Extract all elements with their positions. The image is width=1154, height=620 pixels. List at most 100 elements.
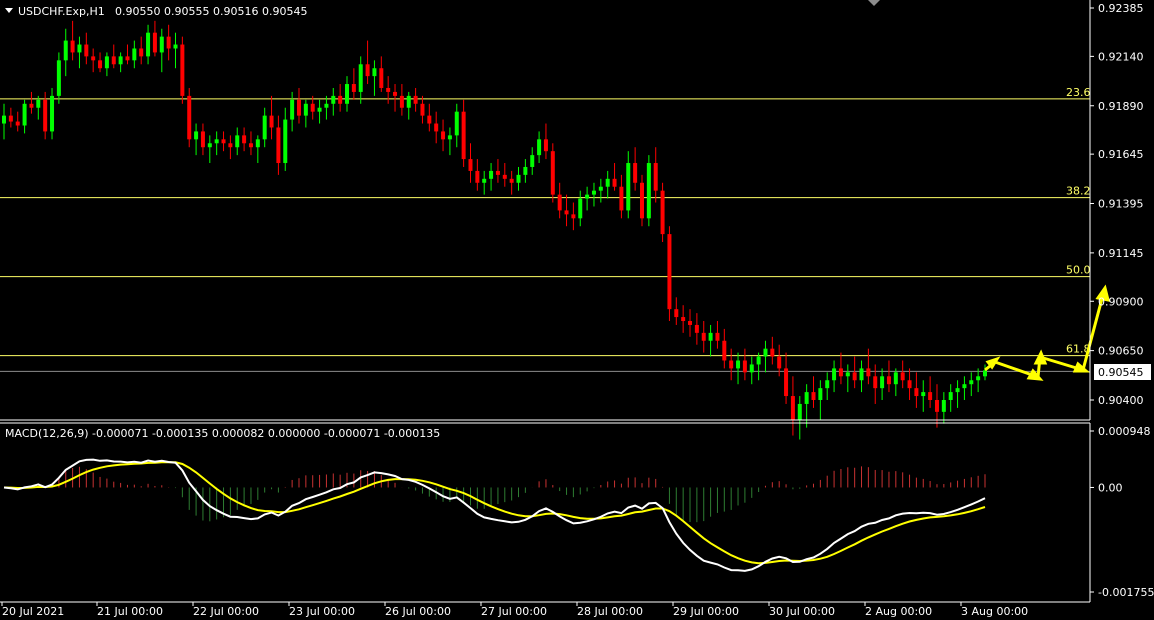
candle-body [290, 99, 295, 120]
candle-body [29, 103, 34, 108]
candle-body [646, 163, 651, 219]
candle-body [379, 68, 384, 88]
candle-body [111, 56, 116, 65]
candle-body [900, 372, 905, 381]
candle-body [303, 103, 308, 116]
candle-body [269, 115, 274, 128]
candle-body [880, 376, 885, 389]
price-tick-label: 0.91395 [1098, 198, 1144, 211]
candle-body [736, 360, 741, 369]
candle-body [674, 309, 679, 318]
candle-body [8, 115, 13, 122]
candle-body [578, 198, 583, 219]
candle-body [434, 123, 439, 132]
candle-body [118, 56, 123, 65]
candle-body [653, 163, 658, 191]
candle-body [543, 139, 548, 152]
candle-body [825, 380, 830, 389]
price-tick-label: 0.90650 [1098, 345, 1144, 358]
time-tick-label: 30 Jul 00:00 [769, 605, 835, 618]
time-tick-label: 29 Jul 00:00 [673, 605, 739, 618]
candle-body [921, 392, 926, 397]
fib-label: 23.6 [1066, 86, 1091, 99]
candle-body [200, 131, 205, 148]
candle-body [255, 139, 260, 148]
candle-body [564, 210, 569, 215]
candle-body [893, 372, 898, 385]
candle-body [56, 60, 61, 96]
candle-body [962, 384, 967, 389]
candle-body [537, 139, 542, 156]
candle-body [159, 36, 164, 53]
candle-body [777, 356, 782, 369]
candle-body [715, 332, 720, 341]
time-axis-ticks: 20 Jul 2021 21 Jul 00:00 22 Jul 00:00 23 Ju… [1, 602, 1028, 618]
candle-body [125, 56, 130, 61]
candle-body [941, 400, 946, 412]
candle-body [557, 194, 562, 211]
candle-body [797, 403, 802, 420]
candle-body [393, 91, 398, 96]
candle-body [571, 214, 576, 219]
candle-body [242, 135, 247, 144]
candle-body [955, 388, 960, 393]
candle-body [969, 380, 974, 385]
time-tick-label: 2 Aug 00:00 [865, 605, 932, 618]
candle-body [502, 174, 507, 179]
candle-body [262, 115, 267, 140]
candle-body [406, 95, 411, 108]
candle-body [296, 99, 301, 116]
candle-body [36, 99, 41, 108]
price-tick-label: 0.91645 [1098, 148, 1144, 161]
candle-body [523, 166, 528, 175]
candle-body [166, 36, 171, 49]
candle-body [660, 190, 665, 235]
candle-body [413, 95, 418, 104]
candle-body [63, 40, 68, 61]
candle-body [317, 107, 322, 112]
candle-body [489, 170, 494, 179]
candle-body [365, 64, 370, 77]
candle-body [742, 360, 747, 373]
candle-body [70, 40, 75, 53]
candle-body [859, 368, 864, 381]
time-tick-label: 23 Jul 00:00 [289, 605, 355, 618]
candle-body [681, 317, 686, 322]
candle-body [482, 178, 487, 183]
time-tick-label: 21 Jul 00:00 [97, 605, 163, 618]
candle-body [811, 392, 816, 400]
candle-body [331, 95, 336, 104]
time-tick-label: 27 Jul 00:00 [481, 605, 547, 618]
price-tick-label: 0.92140 [1098, 50, 1144, 63]
candle-body [15, 121, 20, 126]
candle-body [399, 95, 404, 108]
candle-body [84, 44, 89, 57]
macd-label: MACD(12,26,9) [5, 427, 89, 440]
macd-tick-label: 0.000948 [1098, 425, 1151, 438]
candle-body [530, 155, 535, 167]
price-axis-ticks: 0.92385 0.92140 0.91890 0.91645 0.91395 0.911… [1090, 2, 1144, 407]
macd-tick-label: 0.00 [1098, 481, 1123, 494]
candle-body [838, 368, 843, 377]
candle-body [2, 115, 6, 124]
candle-body [605, 178, 610, 187]
candle-body [591, 190, 596, 195]
candle-body [516, 174, 521, 183]
price-tick-label: 0.92385 [1098, 2, 1144, 15]
candle-body [784, 368, 789, 397]
candle-body [207, 143, 212, 148]
candle-body [866, 368, 871, 377]
macd-values: -0.000071 -0.000135 0.000082 0.000000 -0… [92, 427, 440, 440]
candle-body [43, 99, 48, 132]
time-tick-label: 3 Aug 00:00 [961, 605, 1028, 618]
candle-body [983, 370, 987, 377]
candle-body [790, 396, 795, 420]
macd-header: MACD(12,26,9) -0.000071 -0.000135 0.0000… [5, 427, 440, 440]
candle-body [914, 388, 919, 397]
candle-body [509, 178, 514, 183]
symbol-label: USDCHF.Exp,H1 [18, 5, 105, 18]
candle-body [91, 56, 96, 61]
candle-body [22, 103, 27, 126]
candle-body [358, 64, 363, 92]
candle-body [146, 32, 151, 57]
